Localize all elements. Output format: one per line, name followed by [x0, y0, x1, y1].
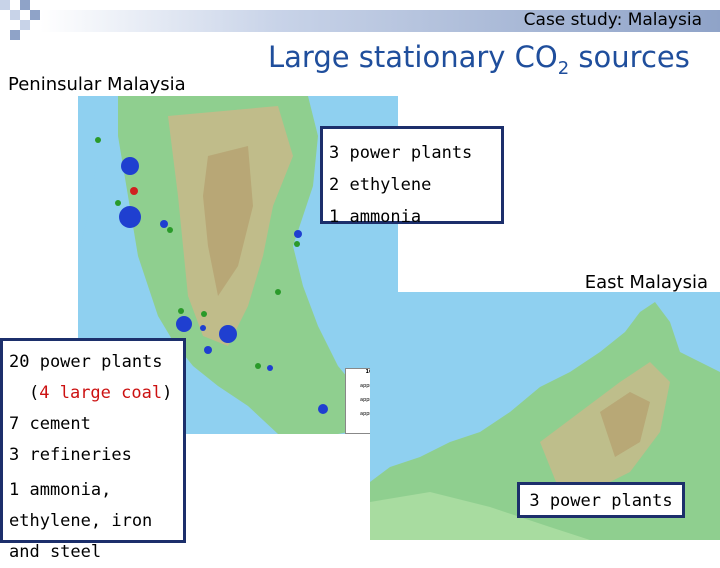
case-study-title: Case study: Malaysia	[523, 10, 702, 30]
co2-source-marker	[115, 200, 121, 206]
co2-source-marker	[201, 311, 207, 317]
page-title-prefix: Large stationary CO	[268, 40, 558, 74]
source-item-line: ethylene, iron	[9, 511, 153, 531]
coal-note: (4 large coal)	[9, 378, 177, 409]
coal-note-open: (	[29, 383, 40, 403]
co2-source-marker	[200, 325, 206, 331]
co2-source-marker	[294, 230, 302, 238]
east-malaysia-label: East Malaysia	[584, 272, 708, 293]
co2-source-marker	[121, 157, 139, 175]
co2-source-marker	[178, 308, 184, 314]
co2-source-marker	[255, 363, 261, 369]
co2-source-marker	[294, 241, 300, 247]
co2-source-marker	[204, 346, 212, 354]
source-item: 1 ammonia	[329, 207, 422, 227]
co2-source-marker	[275, 289, 281, 295]
page-title-subscript: 2	[557, 57, 570, 79]
peninsular-top-sources-box: 3 power plants 2 ethylene 1 ammonia	[320, 126, 504, 227]
co2-source-marker	[167, 227, 173, 233]
peninsular-sources-box: 20 power plants (4 large coal) 7 cement …	[0, 338, 186, 562]
peninsular-malaysia-label: Peninsular Malaysia	[8, 74, 186, 95]
co2-source-marker	[267, 365, 273, 371]
page-title-suffix: sources	[569, 40, 690, 74]
source-item: 3 power plants	[329, 143, 473, 163]
source-item-line: and steel	[9, 542, 102, 562]
coal-note-text: 4 large coal	[39, 383, 163, 403]
co2-source-marker	[130, 187, 138, 195]
coal-note-close: )	[162, 383, 173, 403]
source-item: 3 refineries	[9, 445, 132, 465]
co2-source-marker	[95, 137, 101, 143]
co2-source-marker	[318, 404, 328, 414]
co2-source-marker	[219, 325, 237, 343]
source-item: 2 ethylene	[329, 175, 432, 195]
east-sources-box: 3 power plants	[517, 482, 685, 518]
source-item: 1 ammonia, ethylene, iron and steel	[9, 475, 177, 568]
source-item: 7 cement	[9, 414, 91, 434]
source-item: 3 power plants	[529, 491, 673, 511]
source-item-line: 1 ammonia,	[9, 480, 112, 500]
source-item: 20 power plants	[9, 352, 163, 372]
co2-source-marker	[160, 220, 168, 228]
page-title: Large stationary CO2 sources	[268, 40, 690, 79]
co2-source-marker	[119, 206, 141, 228]
co2-source-marker	[176, 316, 192, 332]
